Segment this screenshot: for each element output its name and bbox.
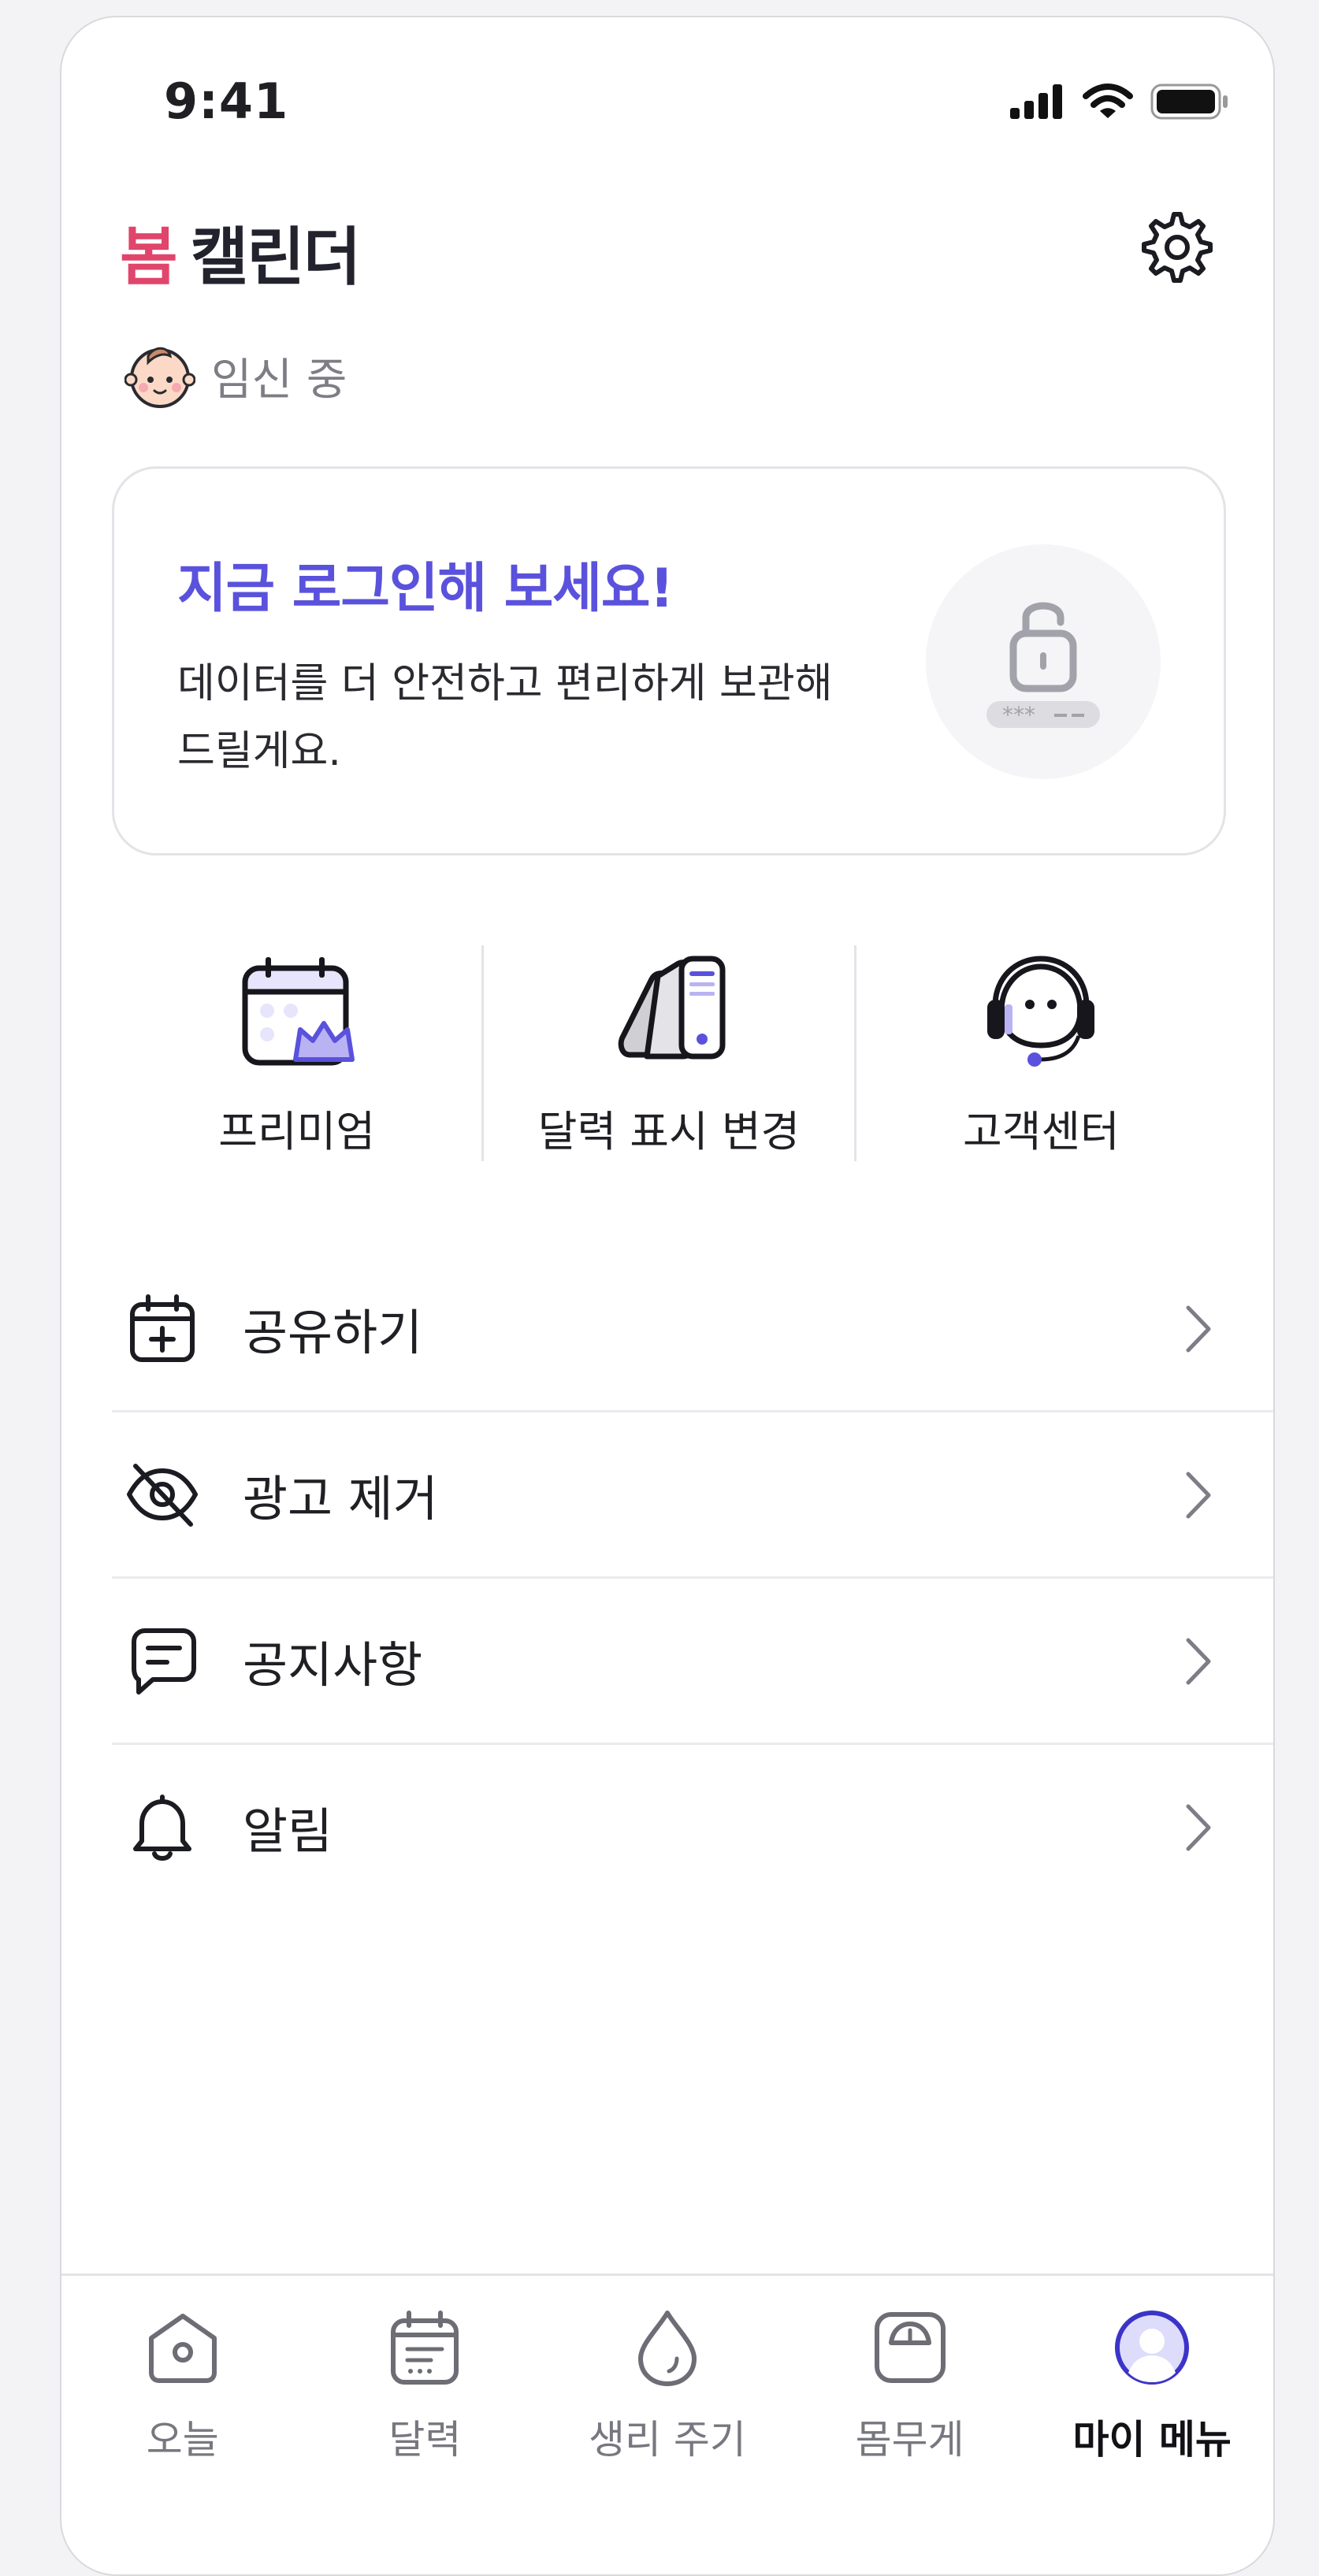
bell-icon [133, 1795, 191, 1861]
chevron-right-icon [1186, 1804, 1211, 1851]
chat-notice-icon [132, 1628, 196, 1694]
menu-item-label: 공지사항 [243, 1636, 423, 1694]
menu-item-alarms[interactable]: 알림 [112, 1745, 1273, 1909]
battery-icon [1150, 84, 1228, 120]
login-prompt-card[interactable]: 지금 로그인해 보세요! 데이터를 더 안전하고 편리하게 보관해 드릴게요. … [112, 466, 1226, 856]
login-title: 지금 로그인해 보세요! [177, 558, 674, 620]
menu-list: 공유하기 광고 제거 공지사항 알림 [112, 1246, 1273, 1909]
menu-item-notices[interactable]: 공지사항 [112, 1579, 1273, 1745]
scale-icon [874, 2312, 946, 2383]
menu-item-share[interactable]: 공유하기 [112, 1246, 1273, 1412]
calendar-plus-icon [130, 1294, 195, 1362]
nav-label: 달력 [388, 2417, 462, 2463]
menu-item-remove-ads[interactable]: 광고 제거 [112, 1412, 1273, 1579]
svg-text:***: *** [1002, 702, 1035, 728]
menu-item-label: 공유하기 [243, 1304, 423, 1361]
eye-off-icon [127, 1464, 198, 1527]
nav-weight[interactable]: 몸무게 [789, 2276, 1031, 2512]
quick-calendar-display-label: 달력 표시 변경 [537, 1107, 801, 1156]
unlock-icon: *** [986, 602, 1100, 728]
settings-button[interactable] [1138, 208, 1217, 287]
nav-today[interactable]: 오늘 [61, 2276, 304, 2512]
home-icon [148, 2314, 217, 2383]
pregnancy-status-label: 임신 중 [211, 354, 347, 406]
app-brand: 봄 캘린더 [120, 206, 362, 298]
quick-calendar-display[interactable]: 달력 표시 변경 [484, 923, 853, 1175]
color-swatch-icon [618, 956, 726, 1060]
chevron-right-icon [1186, 1305, 1211, 1353]
brand-name: 캘린더 [190, 221, 362, 294]
signal-icon [1010, 84, 1062, 119]
quick-customer-center[interactable]: 고객센터 [856, 923, 1226, 1175]
nav-calendar[interactable]: 달력 [304, 2276, 547, 2512]
quick-premium[interactable]: 프리미엄 [112, 923, 481, 1175]
menu-item-label: 광고 제거 [243, 1470, 438, 1527]
quick-premium-label: 프리미엄 [218, 1107, 376, 1156]
nav-label: 오늘 [146, 2417, 219, 2463]
nav-label: 생리 주기 [589, 2417, 746, 2463]
baby-face-icon [124, 347, 195, 408]
lock-illustration: *** [926, 544, 1161, 779]
chevron-right-icon [1186, 1472, 1211, 1519]
pregnancy-status[interactable]: 임신 중 [124, 340, 347, 411]
profile-icon [1115, 2311, 1190, 2385]
login-description: 데이터를 더 안전하고 편리하게 보관해 드릴게요. [177, 660, 833, 775]
gear-icon [1142, 212, 1213, 283]
phone-screen: 9:41 봄 캘린더 임신 중 지금 로그인해 보세요! 데이터를 더 안전하고… [60, 16, 1275, 2576]
nav-period-cycle[interactable]: 생리 주기 [546, 2276, 789, 2512]
drop-icon [637, 2311, 697, 2386]
quick-menu: 프리미엄 달력 표시 변경 고객센터 [112, 923, 1226, 1175]
nav-my-menu[interactable]: 마이 메뉴 [1031, 2276, 1273, 2512]
wifi-icon [1083, 84, 1133, 118]
headset-icon [987, 956, 1095, 1067]
calendar-icon [391, 2311, 459, 2385]
quick-customer-center-label: 고객센터 [962, 1107, 1120, 1156]
status-icons [1009, 84, 1229, 120]
calendar-crown-icon [242, 957, 355, 1066]
bottom-nav: 오늘 달력 생리 주기 몸무게 마이 메뉴 [61, 2273, 1273, 2512]
menu-item-label: 알림 [243, 1802, 333, 1860]
status-time: 9:41 [164, 72, 289, 130]
nav-label: 몸무게 [855, 2417, 964, 2463]
chevron-right-icon [1186, 1638, 1211, 1685]
nav-label: 마이 메뉴 [1072, 2417, 1232, 2463]
brand-mark: 봄 [120, 221, 178, 294]
